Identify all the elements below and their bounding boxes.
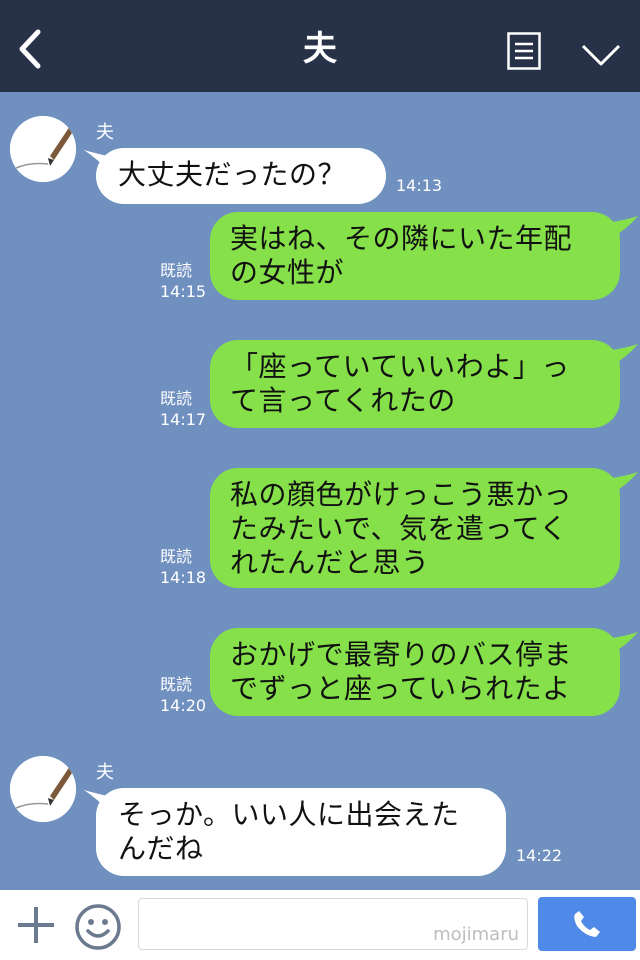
chevron-down-icon[interactable] xyxy=(580,40,622,68)
call-button[interactable] xyxy=(538,897,636,951)
message-time: 14:13 xyxy=(396,176,443,195)
bubble-tail xyxy=(612,344,638,366)
message-list[interactable]: 夫 大丈夫だったの？ 14:13 既読 14:15 実はね、その隣にいた年配 の… xyxy=(0,92,640,890)
fountain-pen-avatar-icon xyxy=(10,756,76,822)
message-bubble[interactable]: 「座っていていいわよ」っ て言ってくれたの xyxy=(210,340,620,428)
message-bubble[interactable]: そっか。いい人に出会えた んだね xyxy=(96,788,506,876)
read-status: 既読 14:20 xyxy=(160,675,207,715)
read-status: 既読 14:15 xyxy=(160,261,207,301)
read-status: 既読 14:17 xyxy=(160,389,207,429)
message-bubble[interactable]: 実はね、その隣にいた年配 の女性が xyxy=(210,212,620,300)
sender-name: 夫 xyxy=(96,762,114,783)
notes-icon[interactable] xyxy=(507,32,541,70)
avatar[interactable] xyxy=(10,756,76,822)
chat-header: 夫 xyxy=(0,0,640,92)
message-time: 14:22 xyxy=(516,846,563,865)
read-status: 既読 14:18 xyxy=(160,547,207,587)
input-bar: mojimaru xyxy=(0,890,640,960)
bubble-tail xyxy=(612,216,638,238)
bubble-tail xyxy=(612,472,638,494)
message-bubble[interactable]: 私の顔色がけっこう悪かっ たみたいで、気を遣ってく れたんだと思う xyxy=(210,468,620,588)
plus-icon[interactable] xyxy=(14,903,58,947)
phone-icon xyxy=(574,911,600,937)
message-bubble[interactable]: 大丈夫だったの？ xyxy=(96,148,386,204)
message-input[interactable]: mojimaru xyxy=(138,898,528,950)
message-bubble[interactable]: おかげで最寄りのバス停ま でずっと座っていられたよ xyxy=(210,628,620,716)
smiley-icon[interactable] xyxy=(74,903,122,951)
chat-title: 夫 xyxy=(303,29,337,69)
avatar[interactable] xyxy=(10,116,76,182)
fountain-pen-avatar-icon xyxy=(10,116,76,182)
bubble-tail xyxy=(612,632,638,654)
sender-name: 夫 xyxy=(96,122,114,143)
watermark-text: mojimaru xyxy=(433,924,519,945)
